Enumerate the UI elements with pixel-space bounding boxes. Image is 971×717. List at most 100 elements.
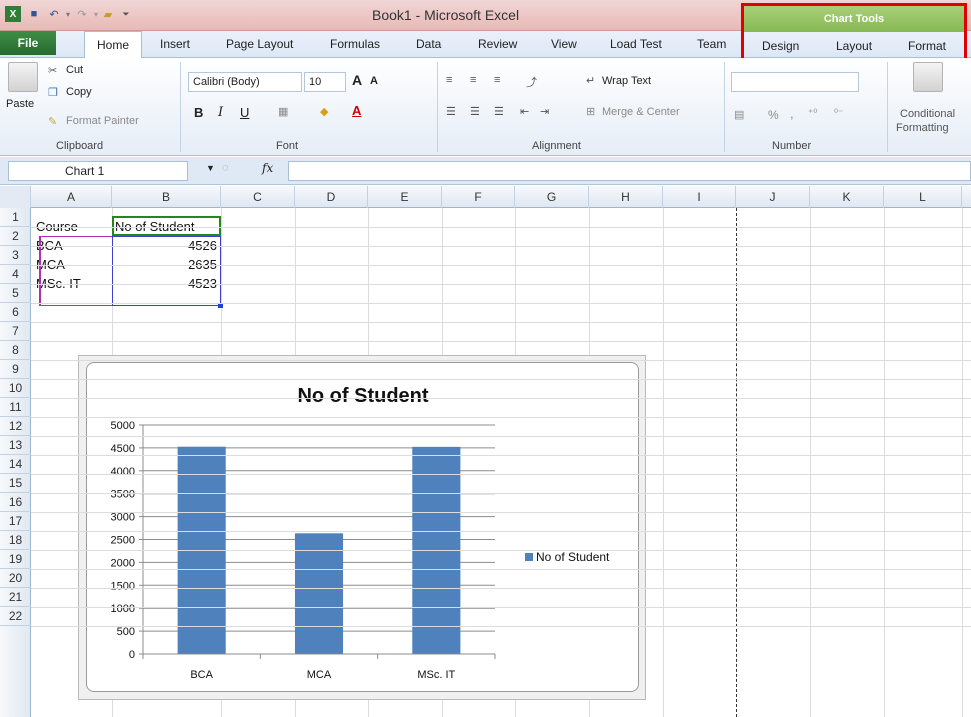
paste-button[interactable]: Paste (6, 98, 34, 110)
row-header[interactable]: 11 (0, 398, 31, 417)
italic-button[interactable]: I (218, 105, 223, 120)
bold-button[interactable]: B (194, 105, 203, 120)
row-header[interactable]: 2 (0, 227, 31, 246)
align-right-icon[interactable]: ☰ (494, 105, 504, 118)
copy-button[interactable]: Copy (66, 86, 92, 98)
row-header[interactable]: 1 (0, 208, 31, 227)
column-header-c[interactable]: C (221, 186, 295, 208)
bottom-align-icon[interactable]: ≡ (494, 74, 500, 86)
align-center-icon[interactable]: ☰ (470, 105, 480, 118)
row-header[interactable]: 4 (0, 265, 31, 284)
column-header-f[interactable]: F (442, 186, 515, 208)
open-folder-icon[interactable]: ▰ (100, 6, 116, 22)
row-header[interactable]: 16 (0, 493, 31, 512)
name-box-dropdown-icon[interactable]: ▼ (206, 163, 215, 173)
cut-button[interactable]: Cut (66, 64, 83, 76)
column-header-d[interactable]: D (295, 186, 368, 208)
row-header[interactable]: 18 (0, 531, 31, 550)
merge-center-icon[interactable]: ⊞ (586, 105, 595, 118)
row-header[interactable]: 17 (0, 512, 31, 531)
grow-font-icon[interactable]: A (352, 72, 362, 88)
column-header-e[interactable]: E (368, 186, 442, 208)
tab-file[interactable]: File (0, 31, 56, 55)
bar-mca[interactable] (294, 533, 344, 654)
column-header-k[interactable]: K (810, 186, 884, 208)
row-header[interactable]: 13 (0, 436, 31, 455)
chart-object[interactable]: No of Student 0 500 1000 1500 2000 2500 3000 35… (78, 355, 646, 700)
accounting-icon[interactable]: ▤ (734, 108, 744, 121)
row-header[interactable]: 22 (0, 607, 31, 626)
row-header[interactable]: 19 (0, 550, 31, 569)
tab-formulas[interactable]: Formulas (330, 37, 380, 51)
insert-function-button[interactable]: fx (262, 161, 273, 175)
font-color-icon[interactable]: A (352, 103, 361, 118)
shrink-font-icon[interactable]: A (370, 75, 378, 87)
decrease-indent-icon[interactable]: ⇤ (520, 105, 529, 118)
name-box[interactable]: Chart 1 (8, 161, 188, 181)
row-header[interactable]: 9 (0, 360, 31, 379)
copy-icon[interactable]: ❐ (48, 86, 58, 99)
middle-align-icon[interactable]: ≡ (470, 74, 476, 86)
row-header[interactable]: 20 (0, 569, 31, 588)
tab-format[interactable]: Format (908, 39, 946, 53)
save-icon[interactable]: ■ (26, 6, 42, 22)
row-header[interactable]: 8 (0, 341, 31, 360)
row-header[interactable]: 7 (0, 322, 31, 341)
fill-color-icon[interactable]: ◆ (320, 105, 328, 118)
paste-icon[interactable] (8, 62, 38, 92)
tab-data[interactable]: Data (416, 37, 441, 51)
column-header-l[interactable]: L (884, 186, 962, 208)
chart-area[interactable]: No of Student 0 500 1000 1500 2000 2500 3000 35… (86, 362, 639, 692)
align-left-icon[interactable]: ☰ (446, 105, 456, 118)
tab-home[interactable]: Home (84, 31, 142, 58)
column-header-b[interactable]: B (112, 186, 221, 208)
customize-quick-access-icon[interactable]: ⏷ (118, 6, 134, 22)
row-header[interactable]: 12 (0, 417, 31, 436)
percent-button[interactable]: % (768, 108, 779, 122)
merge-center-button[interactable]: Merge & Center (602, 106, 680, 118)
row-header[interactable]: 15 (0, 474, 31, 493)
formula-input[interactable] (288, 161, 971, 181)
conditional-formatting-button[interactable]: Conditional (900, 108, 955, 120)
tab-team[interactable]: Team (697, 37, 726, 51)
cut-icon[interactable]: ✂ (48, 64, 57, 77)
formula-cancel-icon[interactable]: ◌ (222, 162, 229, 174)
decrease-decimal-icon[interactable]: ⁰⁻ (834, 108, 843, 119)
number-format-select[interactable] (731, 72, 859, 92)
tab-design[interactable]: Design (762, 39, 799, 53)
tab-page-layout[interactable]: Page Layout (226, 37, 293, 51)
column-header-g[interactable]: G (515, 186, 589, 208)
increase-indent-icon[interactable]: ⇥ (540, 105, 549, 118)
tab-insert[interactable]: Insert (160, 37, 190, 51)
orientation-icon[interactable]: ⤴ (526, 74, 537, 90)
row-header[interactable]: 14 (0, 455, 31, 474)
underline-button[interactable]: U (240, 105, 249, 120)
row-header[interactable]: 21 (0, 588, 31, 607)
increase-decimal-icon[interactable]: ⁺⁰ (808, 108, 817, 119)
row-header[interactable]: 3 (0, 246, 31, 265)
column-header-j[interactable]: J (736, 186, 810, 208)
tab-layout[interactable]: Layout (836, 39, 872, 53)
legend-label[interactable]: No of Student (536, 550, 610, 564)
format-painter-button[interactable]: Format Painter (66, 115, 139, 127)
column-header-i[interactable]: I (663, 186, 736, 208)
tab-load-test[interactable]: Load Test (610, 37, 662, 51)
font-size-select[interactable]: 10 (304, 72, 346, 92)
wrap-text-button[interactable]: Wrap Text (602, 75, 651, 87)
comma-button[interactable]: , (790, 106, 794, 121)
chart-title[interactable]: No of Student (297, 385, 428, 407)
top-align-icon[interactable]: ≡ (446, 74, 452, 86)
column-header-h[interactable]: H (589, 186, 663, 208)
font-family-select[interactable]: Calibri (Body) (188, 72, 302, 92)
column-header-a[interactable]: A (31, 186, 112, 208)
borders-icon[interactable]: ▦ (278, 105, 288, 118)
tab-view[interactable]: View (551, 37, 577, 51)
select-all-corner[interactable] (0, 186, 31, 208)
wrap-text-icon[interactable]: ↵ (586, 74, 595, 87)
format-painter-icon[interactable]: ✎ (48, 115, 57, 128)
tab-review[interactable]: Review (478, 37, 517, 51)
row-header[interactable]: 6 (0, 303, 31, 322)
row-header[interactable]: 5 (0, 284, 31, 303)
conditional-formatting-icon[interactable] (913, 62, 943, 92)
row-header[interactable]: 10 (0, 379, 31, 398)
